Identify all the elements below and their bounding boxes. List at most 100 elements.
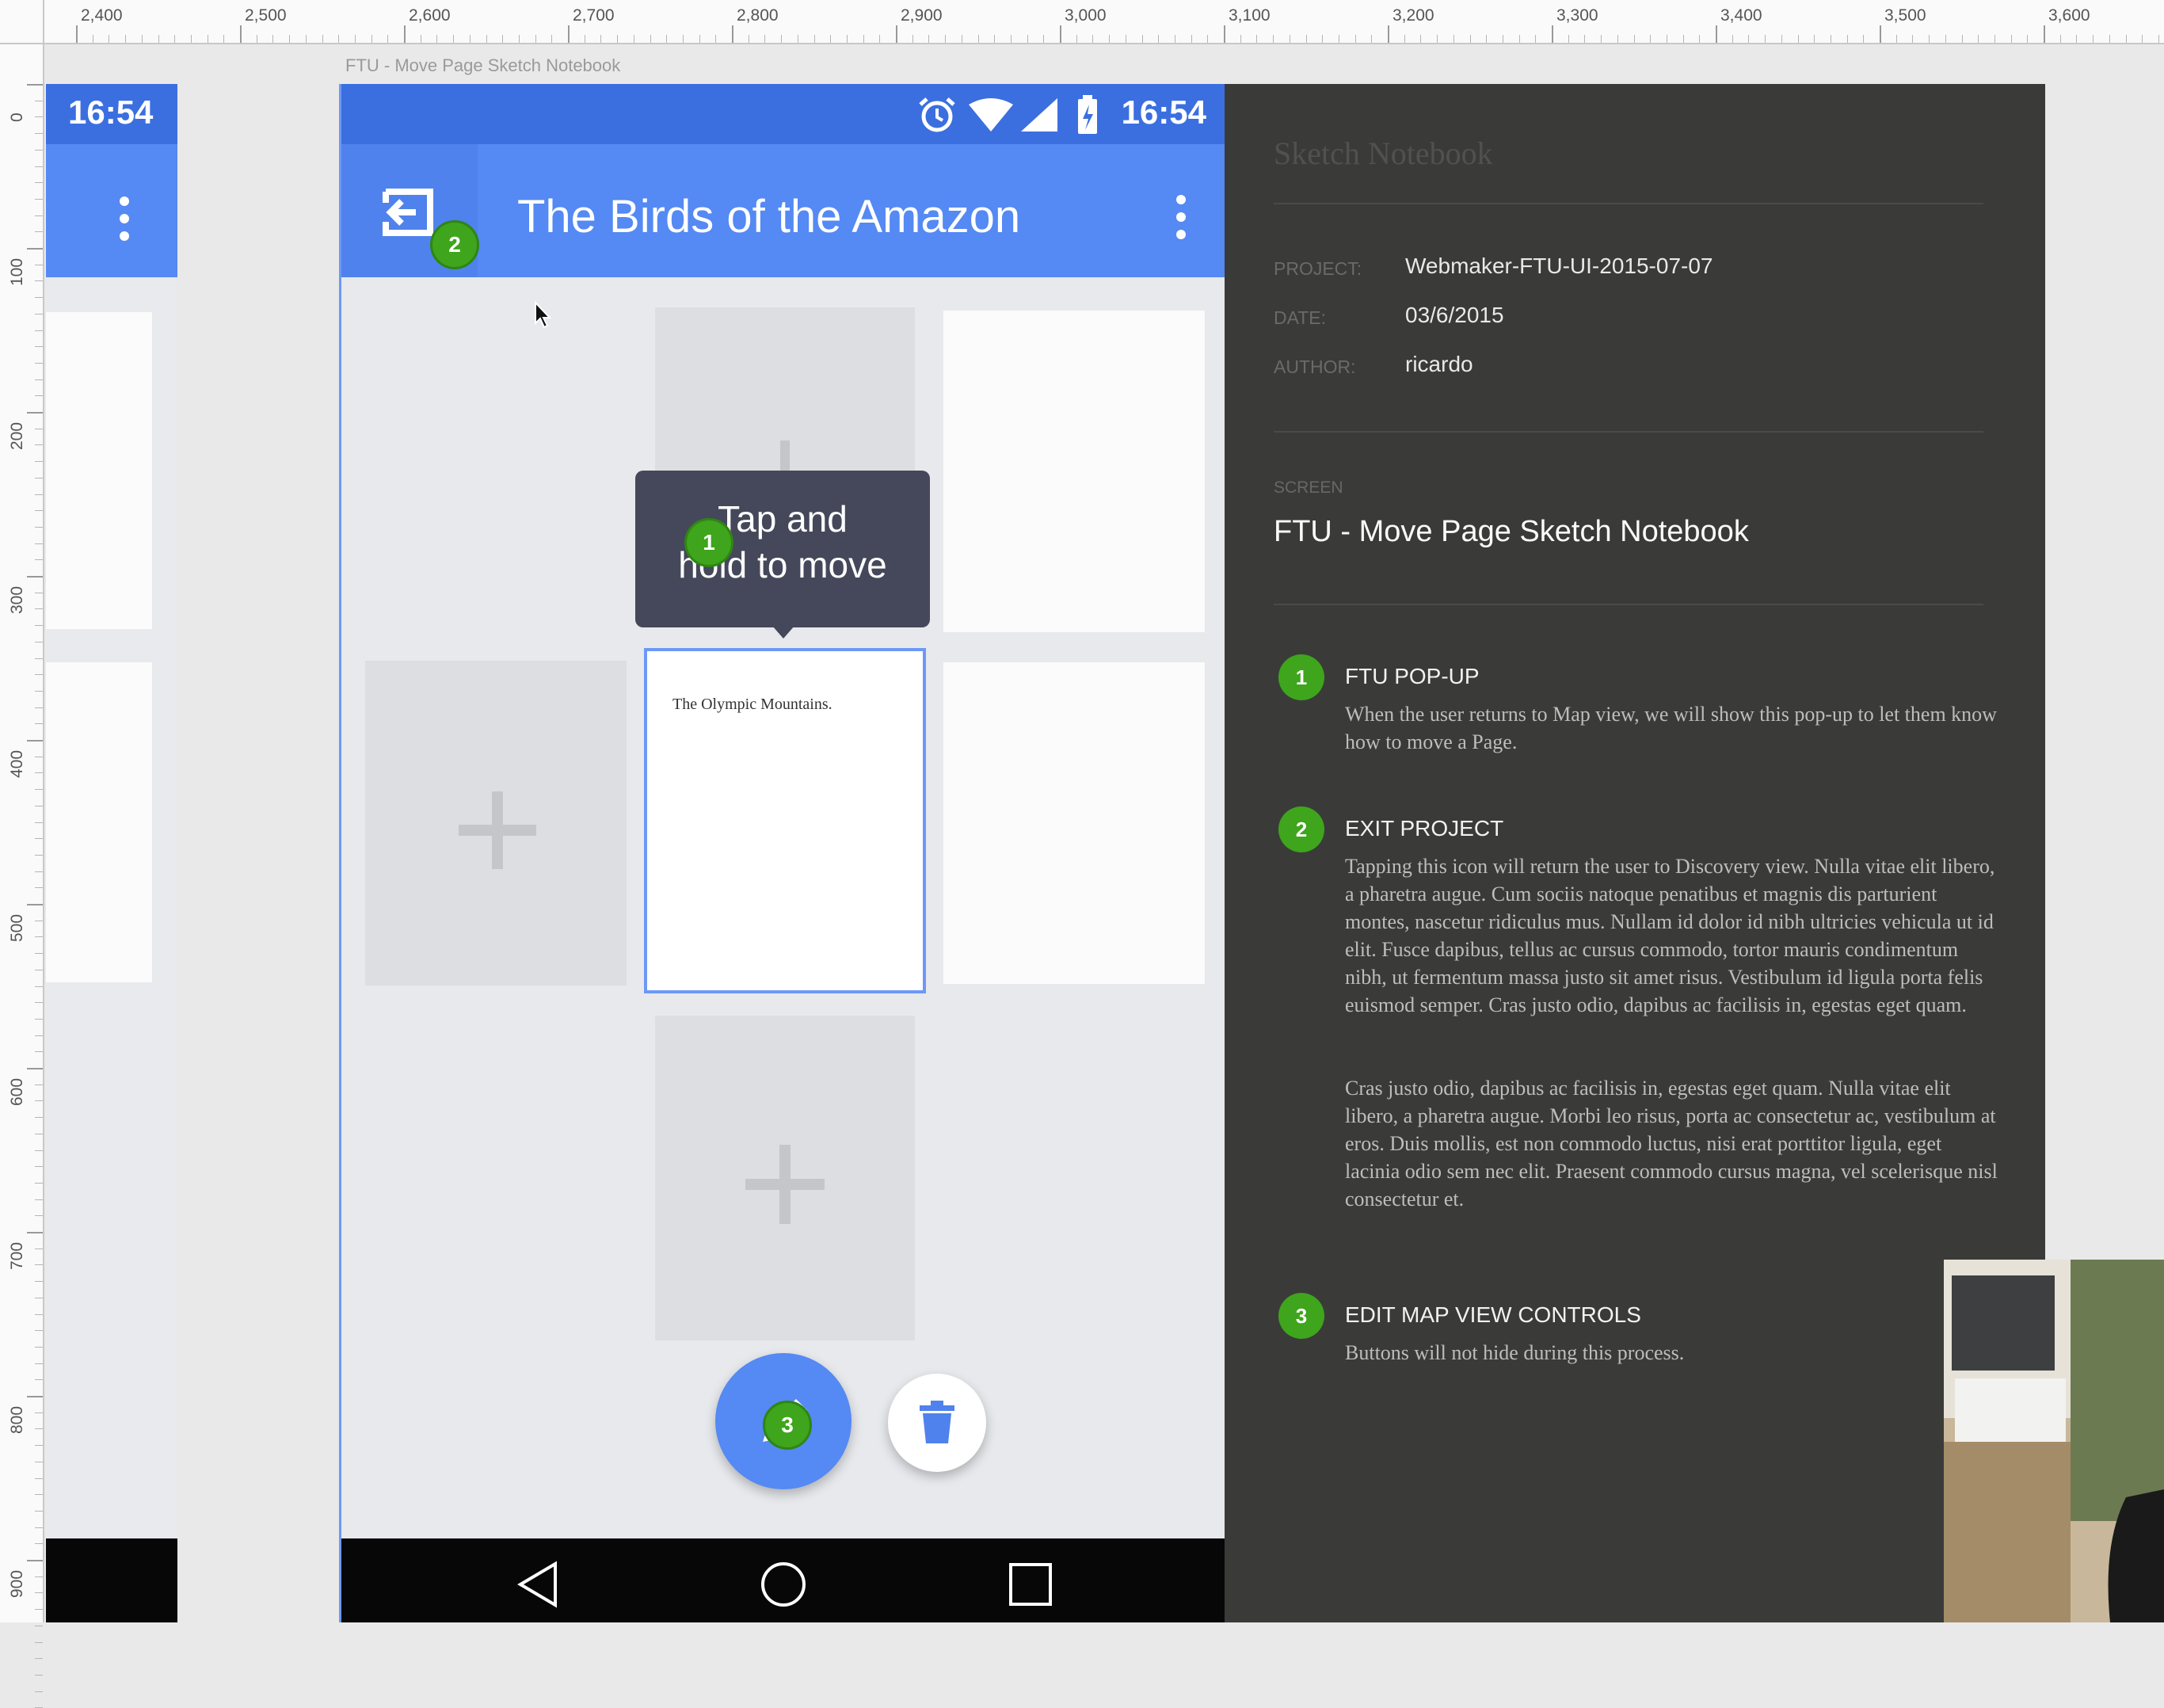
ruler-major-tick xyxy=(27,1396,43,1397)
ruler-major-tick xyxy=(27,412,43,414)
ruler-minor-tick xyxy=(2142,35,2143,43)
ruler-label: 900 xyxy=(8,1569,26,1598)
overflow-menu-icon[interactable] xyxy=(119,196,130,242)
status-bar: 16:54 xyxy=(46,84,177,144)
ruler-label: 100 xyxy=(8,257,26,286)
ruler-minor-tick xyxy=(35,690,43,692)
alarm-icon xyxy=(919,97,955,132)
ruler-minor-tick xyxy=(35,854,43,856)
ruler-minor-tick xyxy=(35,1149,43,1151)
screen-label: SCREEN xyxy=(1274,478,1343,497)
trash-icon xyxy=(920,1401,954,1443)
ruler-minor-tick xyxy=(35,346,43,348)
tooltip-text: Tap and hold to move xyxy=(635,496,930,588)
ruler-major-tick xyxy=(1224,25,1225,43)
ruler-label: 700 xyxy=(8,1241,26,1270)
ruler-minor-tick xyxy=(1781,35,1782,43)
back-icon[interactable] xyxy=(517,1561,558,1608)
ruler-minor-tick xyxy=(1486,35,1488,43)
ruler-minor-tick xyxy=(846,35,848,43)
note-badge-3: 3 xyxy=(1278,1293,1324,1339)
ruler-minor-tick xyxy=(1256,35,1258,43)
ruler-minor-tick xyxy=(1568,35,1569,43)
ruler-minor-tick xyxy=(1354,35,1356,43)
ruler-minor-tick xyxy=(35,362,43,364)
ruler-label: 0 xyxy=(8,112,26,122)
ruler-minor-tick xyxy=(977,35,979,43)
tooltip-arrow xyxy=(772,626,794,639)
ruler-major-tick xyxy=(404,25,406,43)
ruler-minor-tick xyxy=(35,461,43,463)
app-bar: 2 The Birds of the Amazon xyxy=(341,144,1225,277)
ruler-minor-tick xyxy=(289,35,291,43)
annotation-badge-1: 1 xyxy=(684,518,733,567)
note-body-1: When the user returns to Map view, we wi… xyxy=(1345,703,1997,753)
annotation-badge-3: 3 xyxy=(763,1401,812,1450)
artboard-title[interactable]: FTU - Move Page Sketch Notebook xyxy=(345,55,620,76)
divider xyxy=(1274,203,1983,204)
ruler-minor-tick xyxy=(1584,35,1586,43)
ruler-major-tick xyxy=(1880,25,1881,43)
selected-page-card[interactable]: The Olympic Mountains. xyxy=(644,648,926,993)
page-card[interactable] xyxy=(943,311,1205,632)
ruler-minor-tick xyxy=(1404,35,1405,43)
ruler-minor-tick xyxy=(2125,35,2127,43)
recents-icon[interactable] xyxy=(1008,1562,1053,1607)
ruler-minor-tick xyxy=(863,35,864,43)
vertical-ruler: 0 100 200 300 400 500 600 700 800 900 xyxy=(0,44,44,1708)
ruler-minor-tick xyxy=(35,313,43,315)
ruler-minor-tick xyxy=(35,330,43,331)
ruler-minor-tick xyxy=(35,1281,43,1283)
divider xyxy=(1274,431,1983,433)
note-body-3: Buttons will not hide during this proces… xyxy=(1345,1341,1685,1364)
ruler-minor-tick xyxy=(35,1691,43,1692)
ruler-minor-tick xyxy=(35,608,43,610)
date-value: 03/6/2015 xyxy=(1405,303,1504,327)
ruler-minor-tick xyxy=(1076,35,1077,43)
ruler-minor-tick xyxy=(1633,35,1635,43)
notebook-title: Sketch Notebook xyxy=(1274,135,1493,171)
screen-name: FTU - Move Page Sketch Notebook xyxy=(1274,515,1749,548)
ruler-minor-tick xyxy=(35,1641,43,1643)
ruler-minor-tick xyxy=(928,35,930,43)
divider xyxy=(1274,604,1983,605)
ruler-major-tick xyxy=(2044,25,2045,43)
ruler-minor-tick xyxy=(912,35,913,43)
ruler-minor-tick xyxy=(35,1035,43,1036)
ruler-minor-tick xyxy=(715,35,717,43)
ruler-label: 300 xyxy=(8,585,26,614)
ruler-label: 2,800 xyxy=(737,6,779,25)
ruler-minor-tick xyxy=(764,35,766,43)
ruler-corner xyxy=(0,0,44,44)
ruler-minor-tick xyxy=(1732,35,1733,43)
author-key: AUTHOR: xyxy=(1274,356,1356,377)
ruler-minor-tick xyxy=(1994,35,1995,43)
ruler-minor-tick xyxy=(1158,35,1160,43)
ruler-minor-tick xyxy=(650,35,651,43)
page-card xyxy=(46,662,152,982)
note-heading-1: FTU POP-UP xyxy=(1345,664,1480,688)
ruler-label: 3,300 xyxy=(1556,6,1598,25)
ruler-minor-tick xyxy=(2093,35,2094,43)
ruler-label: 2,900 xyxy=(901,6,943,25)
battery-icon xyxy=(1078,95,1097,134)
ruler-label: 2,600 xyxy=(409,6,451,25)
ruler-minor-tick xyxy=(1207,35,1209,43)
ruler-minor-tick xyxy=(453,35,455,43)
note-heading-3: EDIT MAP VIEW CONTROLS xyxy=(1345,1302,1641,1327)
delete-fab[interactable] xyxy=(888,1374,986,1472)
ruler-minor-tick xyxy=(35,1510,43,1512)
date-key: DATE: xyxy=(1274,307,1327,328)
ruler-minor-tick xyxy=(2027,35,2029,43)
home-icon[interactable] xyxy=(760,1561,807,1608)
overflow-menu-icon[interactable] xyxy=(1175,195,1187,242)
ruler-minor-tick xyxy=(35,1166,43,1168)
ruler-minor-tick xyxy=(1814,35,1815,43)
ruler-minor-tick xyxy=(1305,35,1307,43)
ruler-major-tick xyxy=(27,576,43,578)
ruler-minor-tick xyxy=(1699,35,1701,43)
horizontal-ruler: 2,400 2,500 2,600 2,700 2,800 2,900 3,000 3,100… xyxy=(0,0,2164,44)
page-card[interactable] xyxy=(943,662,1205,984)
note-badge-1: 1 xyxy=(1278,654,1324,700)
tooltip-line-2: hold to move xyxy=(678,544,887,585)
